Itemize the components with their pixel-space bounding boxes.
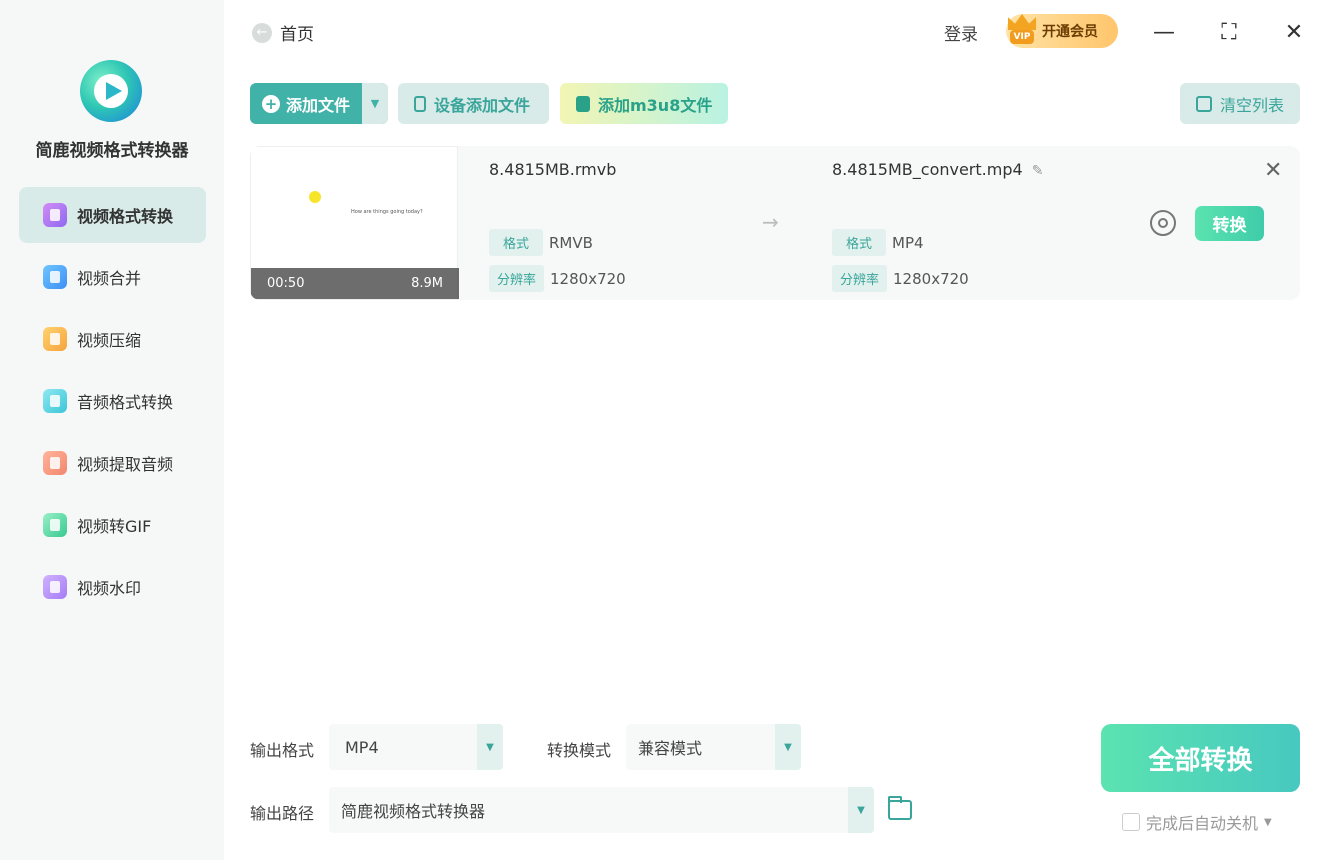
video-thumbnail[interactable]: How are things going today? 00:50 8.9M bbox=[250, 146, 459, 300]
source-format: RMVB bbox=[549, 233, 593, 252]
convert-button[interactable]: 转换 bbox=[1195, 206, 1264, 241]
back-label: 首页 bbox=[280, 25, 314, 45]
auto-shutdown-label: 完成后自动关机 bbox=[1146, 814, 1259, 833]
broom-icon bbox=[1196, 95, 1212, 112]
home-back-button[interactable]: ← 首页 bbox=[252, 20, 314, 45]
chevron-down-icon: ▼ bbox=[848, 787, 874, 833]
login-link[interactable]: 登录 bbox=[944, 20, 978, 45]
file-size: 8.9M bbox=[411, 276, 443, 291]
convert-all-button[interactable]: 全部转换 bbox=[1101, 724, 1300, 792]
sidebar-item-extract-audio[interactable]: 视频提取音频 bbox=[19, 435, 206, 491]
sidebar-item-video-convert[interactable]: 视频格式转换 bbox=[19, 187, 206, 243]
device-add-label: 设备添加文件 bbox=[434, 95, 531, 115]
sidebar-item-label: 视频提取音频 bbox=[77, 455, 174, 474]
sidebar-item-label: 视频转GIF bbox=[77, 517, 152, 536]
video-merge-icon bbox=[43, 265, 67, 289]
source-resolution: 1280x720 bbox=[550, 269, 626, 288]
clear-list-button[interactable]: 清空列表 bbox=[1180, 83, 1300, 124]
sidebar-item-label: 视频水印 bbox=[77, 579, 142, 598]
output-path-label: 输出路径 bbox=[250, 804, 315, 823]
convert-mode-select[interactable]: 兼容模式 ▼ bbox=[626, 724, 801, 770]
app-logo bbox=[80, 60, 142, 122]
clear-list-label: 清空列表 bbox=[1220, 95, 1285, 115]
minimize-button[interactable]: — bbox=[1150, 18, 1178, 46]
source-resolution-row: 分辨率 1280x720 bbox=[489, 265, 626, 292]
plus-icon: + bbox=[262, 94, 280, 113]
video-compress-icon bbox=[43, 327, 67, 351]
phone-icon bbox=[414, 95, 426, 112]
auto-shutdown-option[interactable]: 完成后自动关机 ▼ bbox=[1122, 810, 1272, 834]
output-filename-row: 8.4815MB_convert.mp4 ✎ bbox=[832, 160, 1044, 179]
audio-convert-icon bbox=[43, 389, 67, 413]
arrow-right-icon: → bbox=[762, 210, 779, 234]
sidebar-item-label: 视频格式转换 bbox=[77, 207, 174, 226]
watermark-icon bbox=[43, 575, 67, 599]
add-file-label: 添加文件 bbox=[286, 95, 351, 115]
output-resolution: 1280x720 bbox=[893, 269, 969, 288]
crown-icon: VIP bbox=[1006, 10, 1038, 46]
edit-icon[interactable]: ✎ bbox=[1032, 163, 1044, 179]
add-file-button[interactable]: + 添加文件 ▼ bbox=[250, 83, 388, 124]
folder-icon[interactable] bbox=[888, 796, 912, 820]
sidebar-item-label: 视频合并 bbox=[77, 269, 142, 288]
resolution-label: 分辨率 bbox=[489, 265, 545, 292]
vip-button[interactable]: VIP 开通会员 bbox=[1006, 14, 1118, 48]
output-path-value: 简鹿视频格式转换器 bbox=[341, 802, 486, 821]
remove-file-button[interactable]: ✕ bbox=[1264, 158, 1282, 183]
resolution-label: 分辨率 bbox=[832, 265, 888, 292]
output-format: MP4 bbox=[892, 233, 924, 252]
output-format-value: MP4 bbox=[345, 737, 379, 757]
output-format-select[interactable]: MP4 ▼ bbox=[329, 724, 503, 770]
output-format-row: 格式 MP4 bbox=[832, 229, 924, 256]
file-icon bbox=[576, 95, 590, 112]
source-filename: 8.4815MB.rmvb bbox=[489, 160, 617, 179]
close-window-button[interactable]: ✕ bbox=[1280, 18, 1308, 46]
source-format-row: 格式 RMVB bbox=[489, 229, 593, 256]
sidebar-item-video-gif[interactable]: 视频转GIF bbox=[19, 497, 206, 553]
back-arrow-icon: ← bbox=[252, 22, 272, 43]
add-file-dropdown[interactable]: ▼ bbox=[362, 83, 388, 124]
auto-shutdown-checkbox[interactable] bbox=[1122, 813, 1140, 831]
vip-badge: VIP bbox=[1010, 30, 1034, 44]
sidebar-item-label: 音频格式转换 bbox=[77, 393, 174, 412]
sidebar-item-audio-convert[interactable]: 音频格式转换 bbox=[19, 373, 206, 429]
sidebar-item-label: 视频压缩 bbox=[77, 331, 142, 350]
sidebar: 简鹿视频格式转换器 视频格式转换 视频合并 视频压缩 音频格式转换 视频提取音频… bbox=[0, 0, 224, 860]
maximize-button[interactable]: ⛶ bbox=[1215, 18, 1243, 46]
device-add-button[interactable]: 设备添加文件 bbox=[398, 83, 549, 124]
app-name: 简鹿视频格式转换器 bbox=[35, 141, 189, 161]
video-convert-icon bbox=[43, 203, 67, 227]
cursor-highlight bbox=[309, 191, 321, 203]
gif-icon bbox=[43, 513, 67, 537]
output-filename: 8.4815MB_convert.mp4 bbox=[832, 160, 1023, 179]
duration: 00:50 bbox=[267, 276, 305, 291]
add-m3u8-label: 添加m3u8文件 bbox=[598, 95, 713, 115]
format-label: 格式 bbox=[832, 229, 886, 256]
sidebar-item-video-merge[interactable]: 视频合并 bbox=[19, 249, 206, 305]
vip-label: 开通会员 bbox=[1042, 24, 1098, 40]
sidebar-item-watermark[interactable]: 视频水印 bbox=[19, 559, 206, 615]
chevron-down-icon: ▼ bbox=[775, 724, 801, 770]
chevron-down-icon[interactable]: ▼ bbox=[1264, 817, 1272, 828]
file-card: How are things going today? 00:50 8.9M 8… bbox=[250, 146, 1300, 300]
output-resolution-row: 分辨率 1280x720 bbox=[832, 265, 969, 292]
output-path-select[interactable]: 简鹿视频格式转换器 ▼ bbox=[329, 787, 874, 833]
thumbnail-info-bar: 00:50 8.9M bbox=[251, 268, 459, 299]
convert-mode-label: 转换模式 bbox=[547, 741, 612, 760]
extract-audio-icon bbox=[43, 451, 67, 475]
sidebar-item-video-compress[interactable]: 视频压缩 bbox=[19, 311, 206, 367]
chevron-down-icon: ▼ bbox=[477, 724, 503, 770]
sidebar-nav: 视频格式转换 视频合并 视频压缩 音频格式转换 视频提取音频 视频转GIF 视频… bbox=[19, 187, 206, 621]
thumbnail-text: How are things going today? bbox=[351, 209, 423, 215]
convert-mode-value: 兼容模式 bbox=[638, 739, 703, 758]
output-format-label: 输出格式 bbox=[250, 741, 315, 760]
settings-gear-icon[interactable] bbox=[1150, 210, 1176, 236]
format-label: 格式 bbox=[489, 229, 543, 256]
add-m3u8-button[interactable]: 添加m3u8文件 bbox=[560, 83, 728, 124]
